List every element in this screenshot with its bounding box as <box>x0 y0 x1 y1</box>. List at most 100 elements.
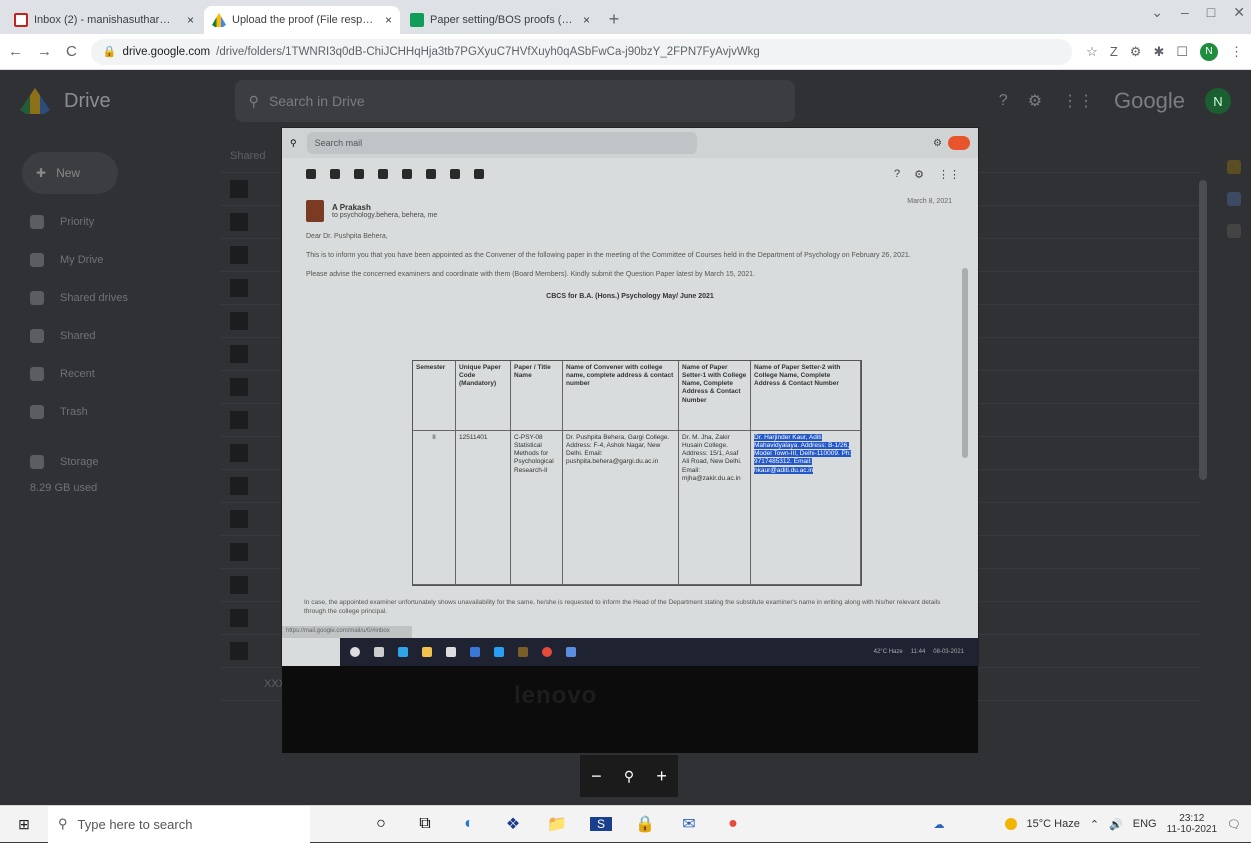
zoom-out-button[interactable]: − <box>591 766 602 787</box>
file-icon <box>230 312 248 330</box>
help-icon[interactable]: ? <box>999 92 1008 110</box>
add-addon-icon[interactable] <box>1227 224 1241 238</box>
back-icon <box>306 169 316 179</box>
email-greeting: Dear Dr. Pushpita Behera, <box>306 233 388 240</box>
section-title: Shared <box>230 150 266 162</box>
google-logo: Google <box>1114 88 1185 113</box>
maximize-button[interactable]: □ <box>1207 4 1215 21</box>
url-input[interactable]: 🔒 drive.google.com/drive/folders/1TWNRI3… <box>90 38 1073 65</box>
file-icon <box>230 576 248 594</box>
new-tab-button[interactable]: + <box>600 9 628 30</box>
task-view-icon[interactable]: ⧉ <box>414 815 436 833</box>
windows-taskbar: ⊞ ⚲ Type here to search ○ ⧉ ◐ ❖ 📁 S 🔒 ✉ … <box>0 805 1251 843</box>
weather-text[interactable]: 15°C Haze <box>1027 818 1080 830</box>
sidebar-item-storage[interactable]: Storage <box>0 452 200 472</box>
search-placeholder: Search in Drive <box>268 93 365 109</box>
profile-avatar[interactable]: N <box>1200 42 1218 61</box>
system-tray: ☁ 15°C Haze ⌃ 🔊 ENG 23:12 11-10-2021 🗨 <box>934 813 1251 835</box>
tab-gmail[interactable]: Inbox (2) - manishasuthar@mu × <box>6 6 202 34</box>
scrollbar[interactable] <box>1199 180 1207 480</box>
notification-icon[interactable]: 🗨 <box>1227 818 1241 831</box>
table-header: Paper / Title Name <box>511 361 563 431</box>
reload-icon[interactable]: C <box>66 43 77 60</box>
sender-recipients: to psychology.behera, behera, me <box>332 212 438 219</box>
back-icon[interactable]: ← <box>8 43 23 60</box>
sidebar-item-trash[interactable]: Trash <box>0 402 200 422</box>
table-cell: C-PSY-08 Statistical Methods for Psychol… <box>511 431 563 585</box>
sidebar-item-shared[interactable]: Shared <box>0 326 200 346</box>
chevron-up-icon[interactable]: ⌃ <box>1090 818 1099 831</box>
windows-start-icon[interactable]: ⊞ <box>0 806 48 843</box>
tab-title: Upload the proof (File response <box>232 14 379 26</box>
file-explorer-icon[interactable]: 📁 <box>546 814 568 834</box>
close-icon[interactable]: × <box>385 13 392 27</box>
spam-icon <box>354 169 364 179</box>
tab-drive[interactable]: Upload the proof (File response × <box>204 6 400 34</box>
sidebar-item-priority[interactable]: Priority <box>0 212 200 232</box>
sidebar-label: My Drive <box>60 254 104 266</box>
browser-tab-bar: Inbox (2) - manishasuthar@mu × Upload th… <box>0 0 1251 34</box>
zoom-controls: − ⚲ + <box>580 755 678 797</box>
drive-logo-icon <box>20 88 50 114</box>
archive-icon <box>330 169 340 179</box>
drive-search-input[interactable]: ⚲ Search in Drive <box>234 80 795 122</box>
close-icon[interactable]: × <box>187 13 194 27</box>
drive-sidebar: ✚ New Priority My Drive Shared drives Sh… <box>0 142 200 498</box>
drive-icon <box>212 13 226 27</box>
sidebar-label: Priority <box>60 216 95 228</box>
taskbar-search[interactable]: ⚲ Type here to search <box>48 805 310 843</box>
zoom-search-icon[interactable]: ⚲ <box>624 768 634 785</box>
calendar-icon[interactable] <box>1227 160 1241 174</box>
table-cell: Dr. M. Jha, Zakir Husain College. Addres… <box>679 431 751 585</box>
bookmark-star-icon[interactable]: ☆ <box>1086 44 1098 60</box>
keep-icon[interactable] <box>1227 192 1241 206</box>
close-window-button[interactable]: ✕ <box>1233 4 1245 21</box>
chrome-icon <box>542 647 552 657</box>
extension-icon[interactable]: ⚙ <box>1130 44 1142 60</box>
zoom-in-button[interactable]: + <box>656 766 667 787</box>
sidebar-item-recent[interactable]: Recent <box>0 364 200 384</box>
apps-icon[interactable]: ⋮⋮ <box>1062 91 1094 111</box>
mail-icon[interactable]: ✉ <box>678 814 700 834</box>
file-icon <box>230 477 248 495</box>
tab-title: Paper setting/BOS proofs (Resp <box>430 14 577 26</box>
settings-icon[interactable]: ⚙ <box>1028 91 1042 111</box>
account-avatar[interactable]: N <box>1205 88 1231 114</box>
move-icon <box>450 169 460 179</box>
sheets-icon <box>410 13 424 27</box>
tab-search-icon[interactable]: ⌄ <box>1151 4 1163 21</box>
tab-sheets[interactable]: Paper setting/BOS proofs (Resp × <box>402 6 598 34</box>
chrome-icon[interactable]: ● <box>722 815 744 833</box>
forward-icon[interactable]: → <box>37 43 52 60</box>
app-icon[interactable]: S <box>590 817 612 831</box>
email-paragraph: This is to inform you that you have been… <box>306 252 911 260</box>
photographed-taskbar: 42°C Haze 11:44 08-03-2021 <box>340 638 978 666</box>
store-icon[interactable]: 🔒 <box>634 814 656 834</box>
onedrive-icon[interactable]: ☁ <box>934 818 945 831</box>
minimize-button[interactable]: – <box>1181 4 1189 21</box>
folder-icon <box>422 647 432 657</box>
clock-text: 11:44 <box>910 649 926 655</box>
app-icon[interactable]: ❖ <box>502 814 524 834</box>
volume-icon[interactable]: 🔊 <box>1109 818 1123 831</box>
weather-icon[interactable] <box>1004 818 1017 830</box>
language-indicator[interactable]: ENG <box>1133 818 1157 830</box>
table-title: CBCS for B.A. (Hons.) Psychology May/ Ju… <box>546 293 714 301</box>
new-button[interactable]: ✚ New <box>22 152 118 194</box>
sidebar-item-my-drive[interactable]: My Drive <box>0 250 200 270</box>
taskbar-clock[interactable]: 23:12 11-10-2021 <box>1167 813 1217 835</box>
sidebar-item-shared-drives[interactable]: Shared drives <box>0 288 200 308</box>
close-icon[interactable]: × <box>583 13 590 27</box>
reading-list-icon[interactable]: ☐ <box>1176 44 1188 60</box>
sidebar-label: Trash <box>60 406 88 418</box>
drive-app-name: Drive <box>64 89 111 112</box>
taskview-icon <box>374 647 384 657</box>
settings-icon: ⚙ <box>914 168 924 181</box>
extension-icon[interactable]: Z <box>1110 44 1118 59</box>
edge-icon[interactable]: ◐ <box>458 815 480 833</box>
puzzle-icon[interactable]: ✱ <box>1153 44 1164 60</box>
cortana-icon[interactable]: ○ <box>370 815 392 833</box>
menu-icon[interactable]: ⋮ <box>1230 44 1243 60</box>
file-icon <box>230 345 248 363</box>
account-pill <box>948 136 970 150</box>
